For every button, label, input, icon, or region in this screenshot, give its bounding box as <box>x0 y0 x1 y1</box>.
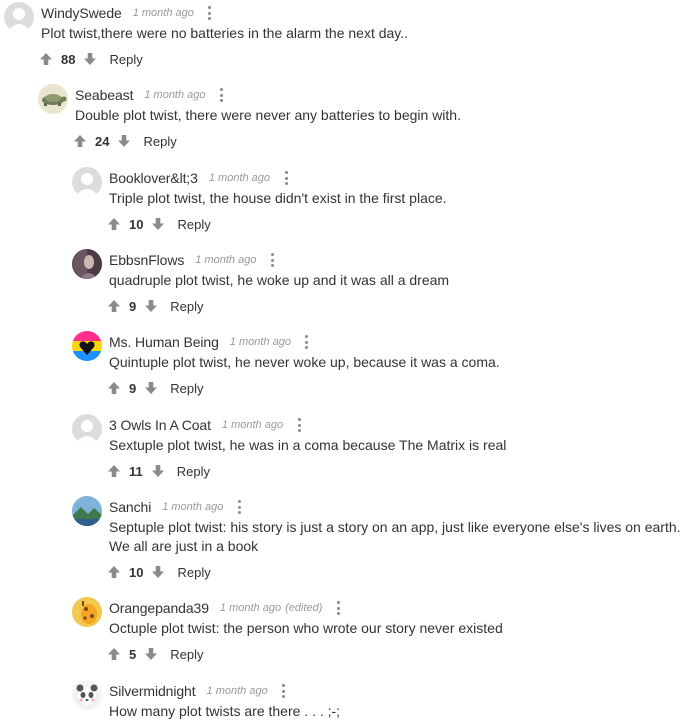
more-options-icon[interactable] <box>270 253 274 267</box>
author-name[interactable]: Orangepanda39 <box>109 600 209 616</box>
upvote-arrow-icon[interactable] <box>39 52 53 66</box>
reply-button[interactable]: Reply <box>177 565 210 580</box>
timestamp: 1 month ago <box>195 254 257 266</box>
panda-avatar-icon <box>72 680 102 710</box>
reply-button[interactable]: Reply <box>177 464 210 479</box>
upvote-arrow-icon[interactable] <box>107 647 121 661</box>
avatar[interactable] <box>72 167 102 197</box>
timestamp: 1 month ago <box>229 336 291 348</box>
edited-label: (edited) <box>285 602 323 614</box>
reply-button[interactable]: Reply <box>177 217 210 232</box>
downvote-arrow-icon[interactable] <box>144 299 158 313</box>
comment: Ms. Human Being 1 month ago Quintuple pl… <box>72 331 700 397</box>
heart-flag-avatar-icon <box>72 331 102 361</box>
comment: 3 Owls In A Coat 1 month ago Sextuple pl… <box>72 414 700 480</box>
downvote-arrow-icon[interactable] <box>144 647 158 661</box>
comment-text: Plot twist,there were no batteries in th… <box>41 25 409 41</box>
comment: WindySwede 1 month ago Plot twist,there … <box>4 2 700 68</box>
timestamp: 1 month ago <box>206 685 268 697</box>
author-name[interactable]: WindySwede <box>41 5 122 21</box>
more-options-icon[interactable] <box>237 500 241 514</box>
comment-text: Double plot twist, there were never any … <box>75 107 461 123</box>
avatar[interactable] <box>38 84 68 114</box>
downvote-arrow-icon[interactable] <box>151 464 165 478</box>
vote-count: 10 <box>129 216 144 232</box>
vote-count: 9 <box>129 380 137 396</box>
comment: Silvermidnight 1 month ago How many plot… <box>72 680 700 719</box>
downvote-arrow-icon[interactable] <box>117 134 131 148</box>
vote-count: 5 <box>129 646 137 662</box>
downvote-arrow-icon[interactable] <box>144 381 158 395</box>
comment: Booklover&lt;3 1 month ago Triple plot t… <box>72 167 700 233</box>
more-options-icon[interactable] <box>208 6 212 20</box>
author-name[interactable]: Silvermidnight <box>109 683 196 699</box>
comment: Sanchi 1 month ago Septuple plot twist: … <box>72 496 700 582</box>
timestamp: 1 month ago <box>144 89 206 101</box>
timestamp: 1 month ago <box>208 172 271 184</box>
default-avatar-icon <box>72 167 102 197</box>
comment-text: quadruple plot twist, he woke up and it … <box>109 272 450 288</box>
default-avatar-icon <box>72 414 102 444</box>
avatar[interactable] <box>72 331 102 361</box>
downvote-arrow-icon[interactable] <box>83 52 97 66</box>
avatar[interactable] <box>72 414 102 444</box>
downvote-arrow-icon[interactable] <box>151 217 165 231</box>
downvote-arrow-icon[interactable] <box>151 565 165 579</box>
upvote-arrow-icon[interactable] <box>107 299 121 313</box>
comment: EbbsnFlows 1 month ago quadruple plot tw… <box>72 249 700 315</box>
more-options-icon[interactable] <box>220 88 224 102</box>
vote-count: 9 <box>129 298 137 314</box>
more-options-icon[interactable] <box>305 335 309 349</box>
reply-button[interactable]: Reply <box>170 299 203 314</box>
comment-text: Quintuple plot twist, he never woke up, … <box>109 354 500 370</box>
vote-count: 24 <box>95 133 110 149</box>
turtle-avatar-icon <box>38 84 68 114</box>
author-name[interactable]: Ms. Human Being <box>109 334 219 350</box>
avatar[interactable] <box>72 680 102 710</box>
photo-avatar-icon <box>72 249 102 279</box>
upvote-arrow-icon[interactable] <box>73 134 87 148</box>
vote-count: 88 <box>61 51 76 67</box>
timestamp: 1 month ago <box>162 501 224 513</box>
reply-button[interactable]: Reply <box>143 134 176 149</box>
comment-text: Septuple plot twist: his story is just a… <box>109 519 681 554</box>
more-options-icon[interactable] <box>297 418 301 432</box>
reply-button[interactable]: Reply <box>170 381 203 396</box>
upvote-arrow-icon[interactable] <box>107 464 121 478</box>
timestamp: 1 month ago <box>132 7 194 19</box>
comment-text: Triple plot twist, the house didn't exis… <box>109 190 447 206</box>
avatar[interactable] <box>72 249 102 279</box>
default-avatar-icon <box>4 2 34 32</box>
author-name[interactable]: Sanchi <box>109 499 151 515</box>
comment-text: Octuple plot twist: the person who wrote… <box>109 620 503 636</box>
vote-count: 10 <box>129 564 144 580</box>
author-name[interactable]: Booklover&lt;3 <box>109 170 198 186</box>
author-name[interactable]: Seabeast <box>75 87 133 103</box>
more-options-icon[interactable] <box>284 171 288 185</box>
avatar[interactable] <box>4 2 34 32</box>
comment: Orangepanda39 1 month ago (edited) Octup… <box>72 597 700 663</box>
avatar[interactable] <box>72 597 102 627</box>
landscape-avatar-icon <box>72 496 102 526</box>
timestamp: 1 month ago <box>219 602 282 614</box>
vote-count: 11 <box>129 463 143 479</box>
upvote-arrow-icon[interactable] <box>107 217 121 231</box>
upvote-arrow-icon[interactable] <box>107 565 121 579</box>
reply-button[interactable]: Reply <box>170 647 203 662</box>
more-options-icon[interactable] <box>282 684 286 698</box>
comment: Seabeast 1 month ago Double plot twist, … <box>38 84 700 150</box>
upvote-arrow-icon[interactable] <box>107 381 121 395</box>
more-options-icon[interactable] <box>336 601 340 615</box>
reply-button[interactable]: Reply <box>109 52 142 67</box>
comment-text: How many plot twists are there . . . ;-; <box>109 703 341 719</box>
comment-text: Sextuple plot twist, he was in a coma be… <box>109 437 507 453</box>
timestamp: 1 month ago <box>221 419 284 431</box>
author-name[interactable]: 3 Owls In A Coat <box>109 417 211 433</box>
avatar[interactable] <box>72 496 102 526</box>
author-name[interactable]: EbbsnFlows <box>109 252 184 268</box>
giraffe-avatar-icon <box>72 597 102 627</box>
